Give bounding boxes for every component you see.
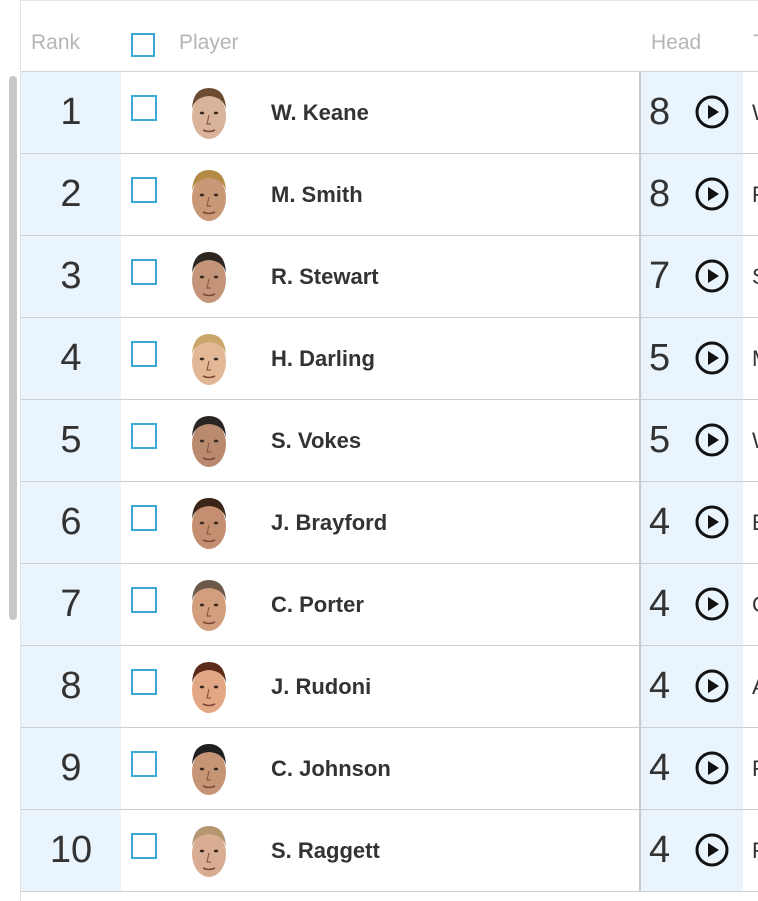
- table-row[interactable]: 4 H. Darling 5 M: [21, 318, 758, 400]
- row-select-checkbox[interactable]: [131, 587, 157, 613]
- player-avatar: [192, 580, 226, 631]
- table-row[interactable]: 2 M. Smith 8 F: [21, 154, 758, 236]
- rank-value: 10: [49, 829, 93, 871]
- head-value: 7: [649, 255, 671, 297]
- rank-value: 2: [60, 173, 82, 215]
- table-row[interactable]: 1 W. Keane 8 W: [21, 72, 758, 154]
- player-name-link[interactable]: W. Keane: [271, 72, 369, 153]
- rank-value: 5: [60, 419, 82, 461]
- head-value: 4: [649, 501, 671, 543]
- player-name-link[interactable]: J. Rudoni: [271, 646, 371, 727]
- next-column-value: C: [752, 564, 758, 645]
- head-value: 4: [649, 583, 671, 625]
- player-ranking-table: Rank Player Head T 1 W. Keane 8 W 2: [20, 0, 758, 901]
- player-avatar: [192, 252, 226, 303]
- table-row[interactable]: 9 C. Johnson 4 F: [21, 728, 758, 810]
- next-column-value: F: [752, 154, 758, 235]
- row-select-checkbox[interactable]: [131, 423, 157, 449]
- play-icon[interactable]: [694, 94, 730, 130]
- row-select-checkbox[interactable]: [131, 669, 157, 695]
- play-icon[interactable]: [694, 504, 730, 540]
- play-icon[interactable]: [694, 258, 730, 294]
- player-name-link[interactable]: J. Brayford: [271, 482, 387, 563]
- rank-value: 7: [60, 583, 82, 625]
- row-select-checkbox[interactable]: [131, 259, 157, 285]
- player-avatar: [192, 88, 226, 139]
- header-rank[interactable]: Rank: [31, 31, 80, 55]
- header-head[interactable]: Head: [651, 31, 701, 55]
- table-row[interactable]: 7 C. Porter 4 C: [21, 564, 758, 646]
- row-select-checkbox[interactable]: [131, 751, 157, 777]
- player-name-link[interactable]: S. Vokes: [271, 400, 361, 481]
- head-value: 8: [649, 173, 671, 215]
- next-column-value: A: [752, 646, 758, 727]
- vertical-scrollbar[interactable]: [9, 76, 17, 620]
- rank-value: 9: [60, 747, 82, 789]
- play-icon[interactable]: [694, 586, 730, 622]
- player-avatar: [192, 170, 226, 221]
- play-icon[interactable]: [694, 668, 730, 704]
- row-select-checkbox[interactable]: [131, 177, 157, 203]
- play-icon[interactable]: [694, 750, 730, 786]
- play-icon[interactable]: [694, 340, 730, 376]
- player-avatar: [192, 662, 226, 713]
- header-next-column[interactable]: T: [753, 31, 758, 55]
- rank-value: 4: [60, 337, 82, 379]
- head-value: 5: [649, 419, 671, 461]
- next-column-value: F: [752, 810, 758, 891]
- rank-value: 6: [60, 501, 82, 543]
- next-column-value: F: [752, 728, 758, 809]
- player-name-link[interactable]: R. Stewart: [271, 236, 379, 317]
- player-name-link[interactable]: H. Darling: [271, 318, 375, 399]
- head-value: 8: [649, 91, 671, 133]
- head-value: 5: [649, 337, 671, 379]
- table-header: Rank Player Head T: [21, 1, 758, 72]
- player-name-link[interactable]: S. Raggett: [271, 810, 380, 891]
- next-column-value: S: [752, 236, 758, 317]
- table-row[interactable]: 5 S. Vokes 5 W: [21, 400, 758, 482]
- player-avatar: [192, 826, 226, 877]
- table-row[interactable]: 8 J. Rudoni 4 A: [21, 646, 758, 728]
- play-icon[interactable]: [694, 176, 730, 212]
- player-avatar: [192, 744, 226, 795]
- rank-value: 1: [60, 91, 82, 133]
- next-column-value: M: [752, 318, 758, 399]
- header-player[interactable]: Player: [179, 31, 239, 55]
- player-name-link[interactable]: C. Johnson: [271, 728, 391, 809]
- table-row[interactable]: 10 S. Raggett 4 F: [21, 810, 758, 892]
- player-avatar: [192, 416, 226, 467]
- head-value: 4: [649, 665, 671, 707]
- player-name-link[interactable]: M. Smith: [271, 154, 363, 235]
- play-icon[interactable]: [694, 422, 730, 458]
- rank-value: 3: [60, 255, 82, 297]
- next-column-value: W: [752, 72, 758, 153]
- row-select-checkbox[interactable]: [131, 833, 157, 859]
- head-value: 4: [649, 747, 671, 789]
- play-icon[interactable]: [694, 832, 730, 868]
- row-select-checkbox[interactable]: [131, 341, 157, 367]
- table-row[interactable]: 6 J. Brayford 4 E: [21, 482, 758, 564]
- player-avatar: [192, 334, 226, 385]
- rank-value: 8: [60, 665, 82, 707]
- table-row[interactable]: 3 R. Stewart 7 S: [21, 236, 758, 318]
- next-column-value: W: [752, 400, 758, 481]
- player-name-link[interactable]: C. Porter: [271, 564, 364, 645]
- row-select-checkbox[interactable]: [131, 95, 157, 121]
- player-avatar: [192, 498, 226, 549]
- select-all-checkbox[interactable]: [131, 33, 155, 57]
- next-column-value: E: [752, 482, 758, 563]
- row-select-checkbox[interactable]: [131, 505, 157, 531]
- head-value: 4: [649, 829, 671, 871]
